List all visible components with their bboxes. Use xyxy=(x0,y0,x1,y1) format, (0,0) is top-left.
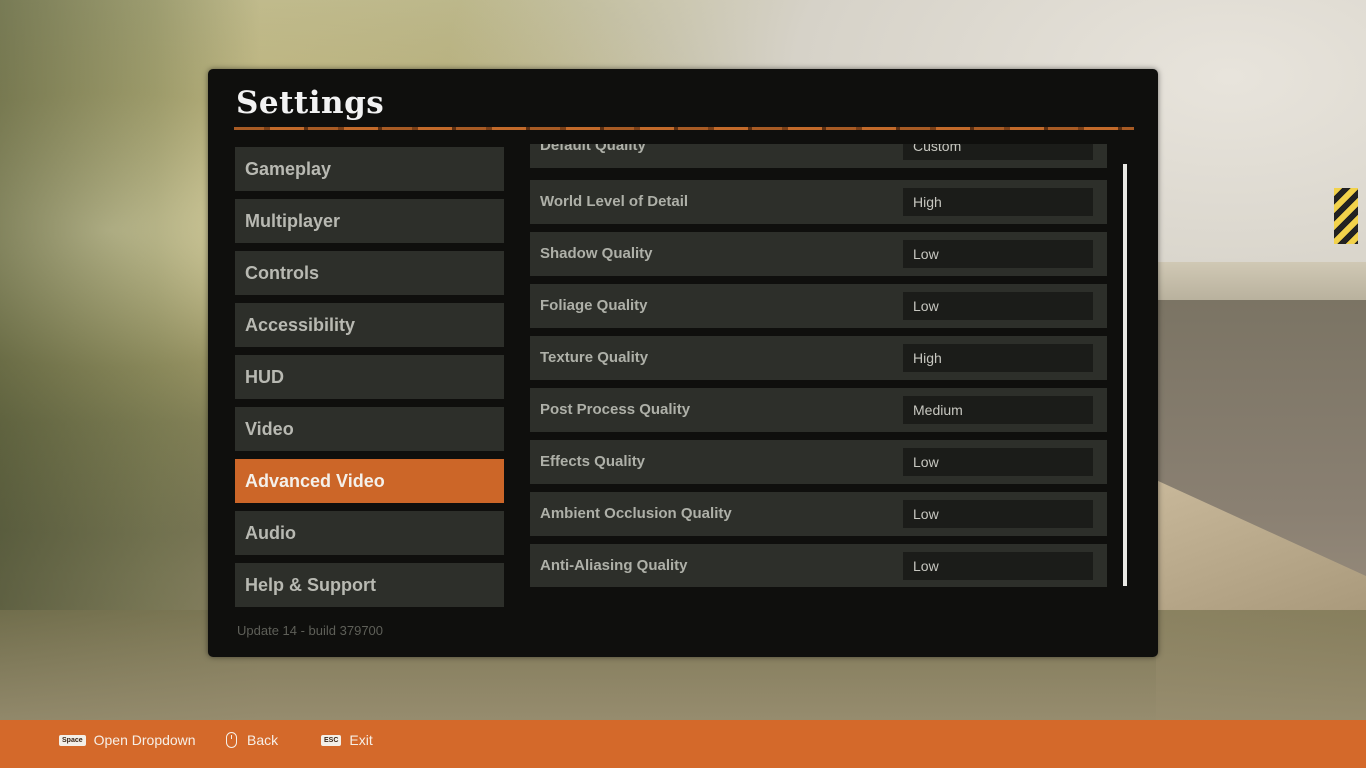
setting-label: Shadow Quality xyxy=(540,245,653,262)
setting-label: Foliage Quality xyxy=(540,297,648,314)
hint-exit[interactable]: ESC Exit xyxy=(321,720,373,760)
setting-dropdown[interactable]: Custom xyxy=(903,144,1093,160)
setting-label: Post Process Quality xyxy=(540,401,691,418)
setting-label: Effects Quality xyxy=(540,453,646,470)
setting-dropdown[interactable]: Medium xyxy=(903,396,1093,424)
settings-panel: Settings Gameplay Multiplayer Controls A… xyxy=(208,69,1158,657)
settings-list: Default Quality Custom World Level of De… xyxy=(530,144,1107,587)
setting-label: Default Quality xyxy=(540,144,646,154)
setting-row-default-quality[interactable]: Default Quality Custom xyxy=(530,144,1107,168)
hint-label: Back xyxy=(247,732,279,748)
hint-back[interactable]: Back xyxy=(226,720,278,760)
setting-dropdown[interactable]: Low xyxy=(903,240,1093,268)
setting-dropdown[interactable]: Low xyxy=(903,292,1093,320)
nav-item-audio[interactable]: Audio xyxy=(235,511,504,555)
nav-item-controls[interactable]: Controls xyxy=(235,251,504,295)
nav-item-accessibility[interactable]: Accessibility xyxy=(235,303,504,347)
footer-bar: Space Open Dropdown Back ESC Exit xyxy=(0,720,1366,768)
setting-dropdown[interactable]: Low xyxy=(903,448,1093,476)
setting-row-anti-aliasing-quality[interactable]: Anti-Aliasing Quality Low xyxy=(530,544,1107,587)
settings-scrollbar[interactable] xyxy=(1123,164,1127,586)
setting-label: World Level of Detail xyxy=(540,193,689,210)
hint-open-dropdown[interactable]: Space Open Dropdown xyxy=(59,720,196,760)
settings-nav: Gameplay Multiplayer Controls Accessibil… xyxy=(235,147,504,615)
hint-label: Exit xyxy=(349,732,373,748)
nav-item-video[interactable]: Video xyxy=(235,407,504,451)
nav-item-gameplay[interactable]: Gameplay xyxy=(235,147,504,191)
setting-dropdown[interactable]: High xyxy=(903,344,1093,372)
build-info: Update 14 - build 379700 xyxy=(237,623,384,638)
setting-row-post-process-quality[interactable]: Post Process Quality Medium xyxy=(530,388,1107,432)
setting-row-shadow-quality[interactable]: Shadow Quality Low xyxy=(530,232,1107,276)
setting-row-ambient-occlusion-quality[interactable]: Ambient Occlusion Quality Low xyxy=(530,492,1107,536)
setting-row-texture-quality[interactable]: Texture Quality High xyxy=(530,336,1107,380)
setting-label: Anti-Aliasing Quality xyxy=(540,557,688,574)
setting-row-effects-quality[interactable]: Effects Quality Low xyxy=(530,440,1107,484)
setting-label: Ambient Occlusion Quality xyxy=(540,505,732,522)
background-hazard-sign xyxy=(1334,188,1358,244)
setting-row-foliage-quality[interactable]: Foliage Quality Low xyxy=(530,284,1107,328)
setting-dropdown[interactable]: Low xyxy=(903,552,1093,580)
mouse-icon xyxy=(226,732,237,748)
setting-label: Texture Quality xyxy=(540,349,649,366)
nav-item-multiplayer[interactable]: Multiplayer xyxy=(235,199,504,243)
nav-item-advanced-video[interactable]: Advanced Video xyxy=(235,459,504,503)
nav-item-hud[interactable]: HUD xyxy=(235,355,504,399)
hint-label: Open Dropdown xyxy=(93,732,196,748)
space-key-icon: Space xyxy=(59,734,86,746)
setting-dropdown[interactable]: Low xyxy=(903,500,1093,528)
title-divider xyxy=(234,127,1134,130)
page-title: Settings xyxy=(236,85,385,121)
setting-row-world-level-of-detail[interactable]: World Level of Detail High xyxy=(530,180,1107,224)
nav-item-help-support[interactable]: Help & Support xyxy=(235,563,504,607)
esc-key-icon: ESC xyxy=(321,734,342,746)
setting-dropdown[interactable]: High xyxy=(903,188,1093,216)
